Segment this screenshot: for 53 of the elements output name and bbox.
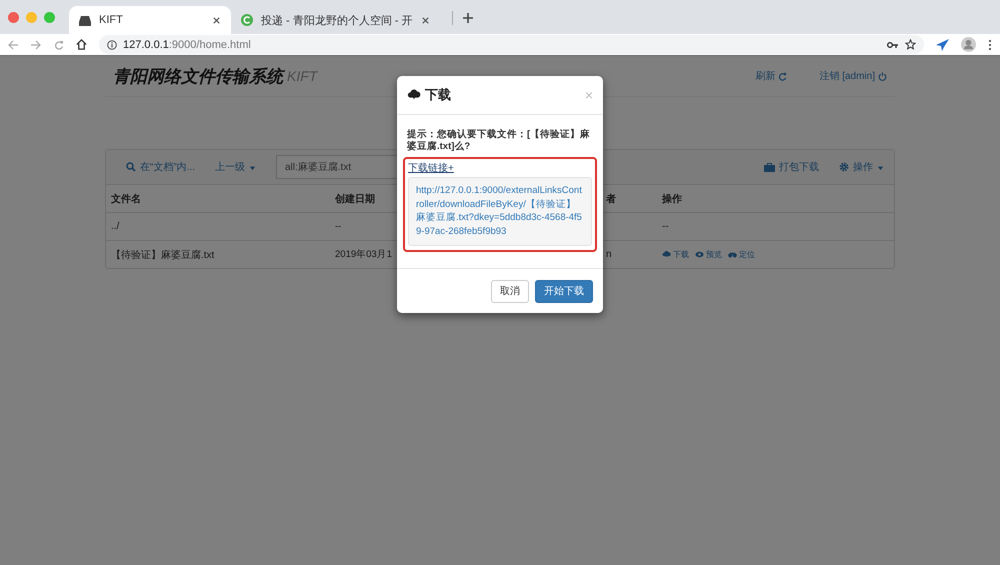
caret-icon [877,164,884,170]
table-cell: 2019年03月1 [335,248,392,261]
eye-icon [695,250,704,259]
dialog-title: 下载 [425,86,452,104]
gear-icon [839,162,849,172]
parent-folder-dropdown[interactable]: 上一级 [215,160,256,174]
table-cell: ../ [111,221,120,232]
briefcase-icon [764,162,775,172]
binoculars-icon [728,250,737,259]
drive-icon [79,14,91,26]
column-header: 创建日期 [335,192,375,206]
info-icon [107,40,117,50]
row-action-link[interactable]: 下载 [662,249,689,260]
refresh-logo-icon [241,14,253,26]
plus-icon[interactable] [462,13,473,23]
browser-tab[interactable]: 投递 - 青阳龙野的个人空间 - 开 [231,6,440,34]
table-cell: n [606,249,612,260]
actions-dropdown[interactable]: 操作 [839,160,884,174]
start-download-button[interactable]: 开始下载 [535,280,593,302]
cancel-button[interactable]: 取消 [491,280,529,302]
search-button[interactable]: 在“文档”内... [126,160,195,174]
confirm-message: 提示：您确认要下载文件：[【待验证】麻婆豆腐.txt]么? [407,129,592,153]
key-icon[interactable] [887,40,899,48]
row-action-link[interactable]: 定位 [728,249,755,260]
refresh-link[interactable]: 刷新 [755,69,788,83]
table-cell-text: 【待验证】麻婆豆腐.txt [111,248,214,262]
row-action-link[interactable]: 预览 [695,249,722,260]
close-window-icon[interactable] [8,12,19,22]
app-title: 青阳网络文件传输系统 [113,64,283,88]
search-icon [126,162,136,172]
menu-icon[interactable] [988,38,992,50]
logout-link[interactable]: 注销 [admin] [819,69,887,83]
column-header: 者 [606,192,616,206]
column-header: 操作 [662,192,682,206]
star-icon[interactable] [905,39,916,50]
address-field[interactable]: 127.0.0.1:9000/home.html [99,35,924,54]
column-header: 文件名 [111,192,141,206]
home-icon[interactable] [76,39,87,50]
browser-tab[interactable]: KIFT [69,6,231,34]
cloud-download-icon [662,250,671,259]
power-icon [878,72,887,80]
close-icon[interactable] [420,16,430,24]
cloud-download-icon [407,88,421,102]
download-url: http://127.0.0.1:9000/externalLinksController/downloadFileByKey/【待验证】麻婆豆腐.txt?dkey=5ddb8d3c-4568-4f59-97ac-268feb5f9b93 [408,176,592,246]
table-cell: -- [662,221,669,232]
close-button[interactable]: × [584,87,593,103]
caret-icon [249,164,256,170]
close-icon[interactable] [212,16,221,24]
refresh-icon [778,72,788,80]
profile-icon[interactable] [961,37,976,52]
table-cell: -- [335,221,342,232]
download-link-toggle[interactable]: 下载链接+ [408,160,454,175]
pack-download-button[interactable]: 打包下载 [764,160,819,174]
